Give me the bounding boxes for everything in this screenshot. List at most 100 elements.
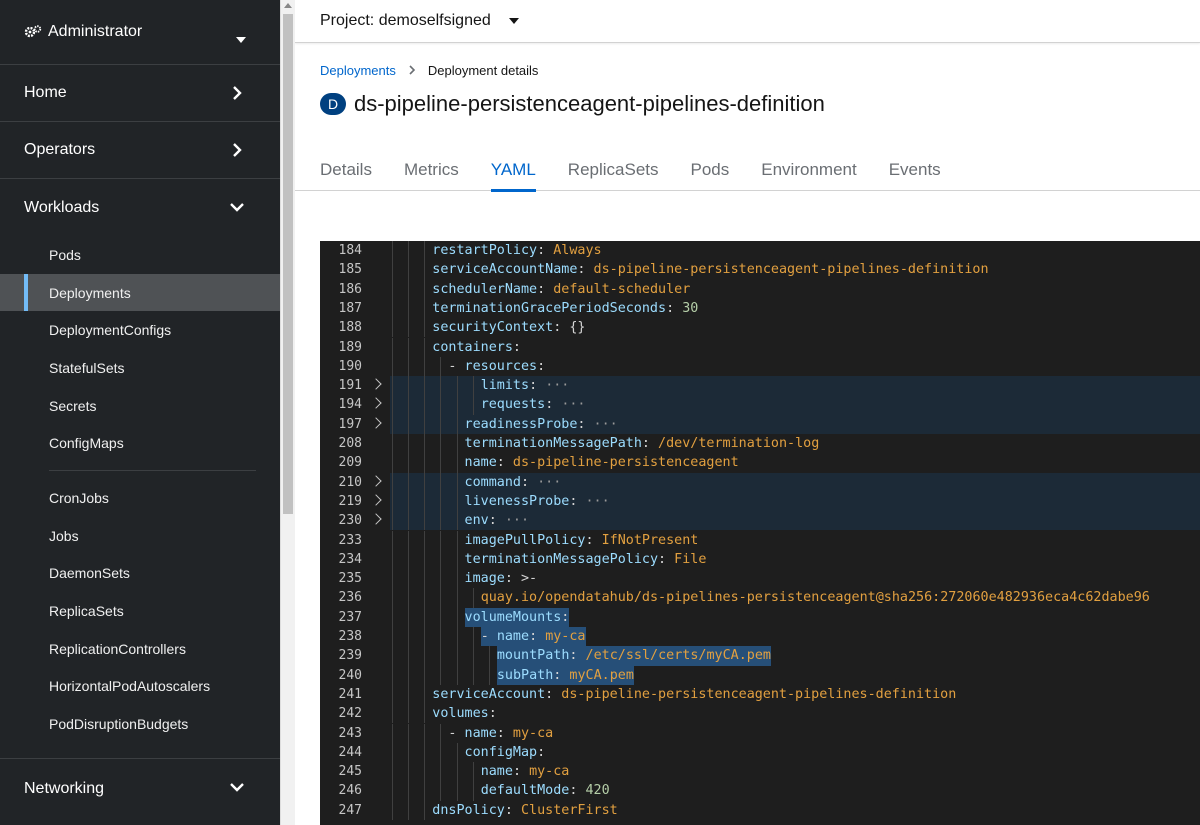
tab-environment[interactable]: Environment xyxy=(761,148,856,191)
sidebar-scrollbar[interactable] xyxy=(280,0,295,825)
indent-guide xyxy=(392,395,393,415)
sidebar-item-horizontalpodautoscalers[interactable]: HorizontalPodAutoscalers xyxy=(0,668,280,706)
sidebar-item-pods[interactable]: Pods xyxy=(0,236,280,274)
yaml-separator: : xyxy=(666,300,683,316)
nav-section-workloads[interactable]: Workloads xyxy=(0,179,280,236)
code-line[interactable]: 230 env: ··· xyxy=(320,511,1200,531)
code-content: defaultMode: 420 xyxy=(390,781,1200,801)
code-line[interactable]: 233 imagePullPolicy: IfNotPresent xyxy=(320,530,1200,550)
tab-pods[interactable]: Pods xyxy=(691,148,730,191)
sidebar-item-poddisruptionbudgets[interactable]: PodDisruptionBudgets xyxy=(0,705,280,743)
nav-section-operators[interactable]: Operators xyxy=(0,122,280,179)
fold-chevron-icon[interactable] xyxy=(370,378,382,390)
code-line[interactable]: 241 serviceAccount: ds-pipeline-persisten… xyxy=(320,684,1200,705)
sidebar-item-deployments[interactable]: Deployments xyxy=(0,273,280,312)
code-line[interactable]: 188 securityContext: {} xyxy=(320,318,1200,338)
code-line[interactable]: 184 restartPolicy: Always xyxy=(320,241,1200,261)
fold-chevron-icon[interactable] xyxy=(370,513,382,525)
code-line[interactable]: 234 terminationMessagePolicy: File xyxy=(320,549,1200,570)
indent-guide xyxy=(440,549,442,570)
tab-details[interactable]: Details xyxy=(320,148,372,191)
indent-guide xyxy=(392,569,393,589)
code-text: image: >- xyxy=(465,569,538,588)
code-line[interactable]: 208 terminationMessagePath: /dev/terminat… xyxy=(320,434,1200,454)
nav-section-label: Home xyxy=(24,84,67,101)
fold-chevron-icon[interactable] xyxy=(370,397,382,410)
sidebar-item-secrets[interactable]: Secrets xyxy=(0,387,280,425)
caret-down-icon xyxy=(508,18,519,24)
yaml-separator: : xyxy=(545,686,562,702)
indent-guide xyxy=(440,742,442,763)
code-line[interactable]: 209 name: ds-pipeline-persistenceagent xyxy=(320,453,1200,473)
code-line[interactable]: 187 terminationGracePeriodSeconds: 30 xyxy=(320,298,1200,319)
code-line[interactable]: 240 subPath: myCA.pem xyxy=(320,665,1200,685)
fold-chevron-icon[interactable] xyxy=(370,417,382,429)
indent-guide xyxy=(456,742,458,763)
yaml-separator: : xyxy=(553,667,570,683)
indent-guide xyxy=(472,395,474,415)
yaml-key: mountPath xyxy=(496,648,570,664)
tab-replicasets[interactable]: ReplicaSets xyxy=(568,148,659,191)
indent-guide xyxy=(408,800,410,820)
scroll-up-icon[interactable] xyxy=(284,3,292,8)
sidebar-item-cronjobs[interactable]: CronJobs xyxy=(0,479,280,517)
code-line[interactable]: 189 containers: xyxy=(320,337,1200,357)
code-line[interactable]: 191 limits: ··· xyxy=(320,376,1200,396)
indent-guide xyxy=(472,665,474,685)
code-line[interactable]: 243 - name: my-ca xyxy=(320,723,1200,743)
nav-section-networking[interactable]: Networking xyxy=(0,758,280,818)
perspective-switcher[interactable]: Administrator xyxy=(0,0,280,65)
sidebar-item-daemonsets[interactable]: DaemonSets xyxy=(0,555,280,593)
yaml-key: imagePullPolicy xyxy=(464,532,586,548)
indent-guide xyxy=(408,356,410,377)
code-text: configMap: xyxy=(465,743,546,762)
project-selector[interactable]: Project: demoselfsigned xyxy=(295,0,1200,43)
tab-metrics[interactable]: Metrics xyxy=(404,148,459,191)
yaml-separator: : xyxy=(537,243,554,258)
code-content: quay.io/opendatahub/ds-pipelines-persist… xyxy=(390,588,1200,608)
code-line[interactable]: 236 quay.io/opendatahub/ds-pipelines-pers… xyxy=(320,588,1200,608)
fold-chevron-icon[interactable] xyxy=(370,494,382,506)
nav-section-label: Workloads xyxy=(24,198,100,216)
sidebar-item-jobs[interactable]: Jobs xyxy=(0,517,280,555)
tab-events[interactable]: Events xyxy=(889,148,941,191)
code-line[interactable]: 247 dnsPolicy: ClusterFirst xyxy=(320,800,1200,820)
code-line[interactable]: 210 command: ··· xyxy=(320,472,1200,492)
code-line[interactable]: 190 - resources: xyxy=(320,356,1200,377)
sidebar-item-deploymentconfigs[interactable]: DeploymentConfigs xyxy=(0,311,280,349)
code-line[interactable]: 239 mountPath: /etc/ssl/certs/myCA.pem xyxy=(320,646,1200,666)
breadcrumb-deployments-link[interactable]: Deployments xyxy=(320,63,396,78)
code-line[interactable]: 186 schedulerName: default-scheduler xyxy=(320,279,1200,299)
fold-chevron-icon[interactable] xyxy=(370,474,382,487)
yaml-key: volumeMounts xyxy=(464,609,562,625)
nav-section-home[interactable]: Home xyxy=(0,65,280,122)
code-line[interactable]: 242 volumes: xyxy=(320,704,1200,724)
yaml-key: image xyxy=(464,571,505,587)
code-line[interactable]: 238 - name: my-ca xyxy=(320,627,1200,647)
code-line[interactable]: 245 name: my-ca xyxy=(320,762,1200,782)
code-line[interactable]: 185 serviceAccountName: ds-pipeline-persi… xyxy=(320,260,1200,280)
code-line[interactable]: 194 requests: ··· xyxy=(320,395,1200,415)
code-text: defaultMode: 420 xyxy=(481,781,610,800)
sidebar-item-configmaps[interactable]: ConfigMaps xyxy=(0,424,280,462)
code-content: terminationMessagePath: /dev/termination… xyxy=(390,434,1200,454)
yaml-separator: : xyxy=(529,378,546,394)
scrollbar-thumb[interactable] xyxy=(283,14,293,514)
indent-guide xyxy=(408,434,410,454)
resource-badge: D xyxy=(320,93,346,115)
yaml-key: command xyxy=(464,474,521,490)
indent-guide xyxy=(456,414,458,434)
code-line[interactable]: 197 readinessProbe: ··· xyxy=(320,414,1200,434)
yaml-editor[interactable]: 184 restartPolicy: Always 185 serviceAccoun… xyxy=(320,241,1200,825)
sidebar-item-replicationcontrollers[interactable]: ReplicationControllers xyxy=(0,630,280,668)
code-line[interactable]: 244 configMap: xyxy=(320,742,1200,763)
sidebar-item-replicasets[interactable]: ReplicaSets xyxy=(0,592,280,630)
yaml-key: serviceAccount xyxy=(432,686,546,702)
code-line[interactable]: 246 defaultMode: 420 xyxy=(320,781,1200,801)
sidebar-item-statefulsets[interactable]: StatefulSets xyxy=(0,349,280,387)
line-number: 237 xyxy=(338,609,362,625)
tab-yaml[interactable]: YAML xyxy=(490,148,536,192)
code-line[interactable]: 219 livenessProbe: ··· xyxy=(320,491,1200,512)
code-line[interactable]: 237 volumeMounts: xyxy=(320,607,1200,627)
code-line[interactable]: 235 image: >- xyxy=(320,569,1200,589)
